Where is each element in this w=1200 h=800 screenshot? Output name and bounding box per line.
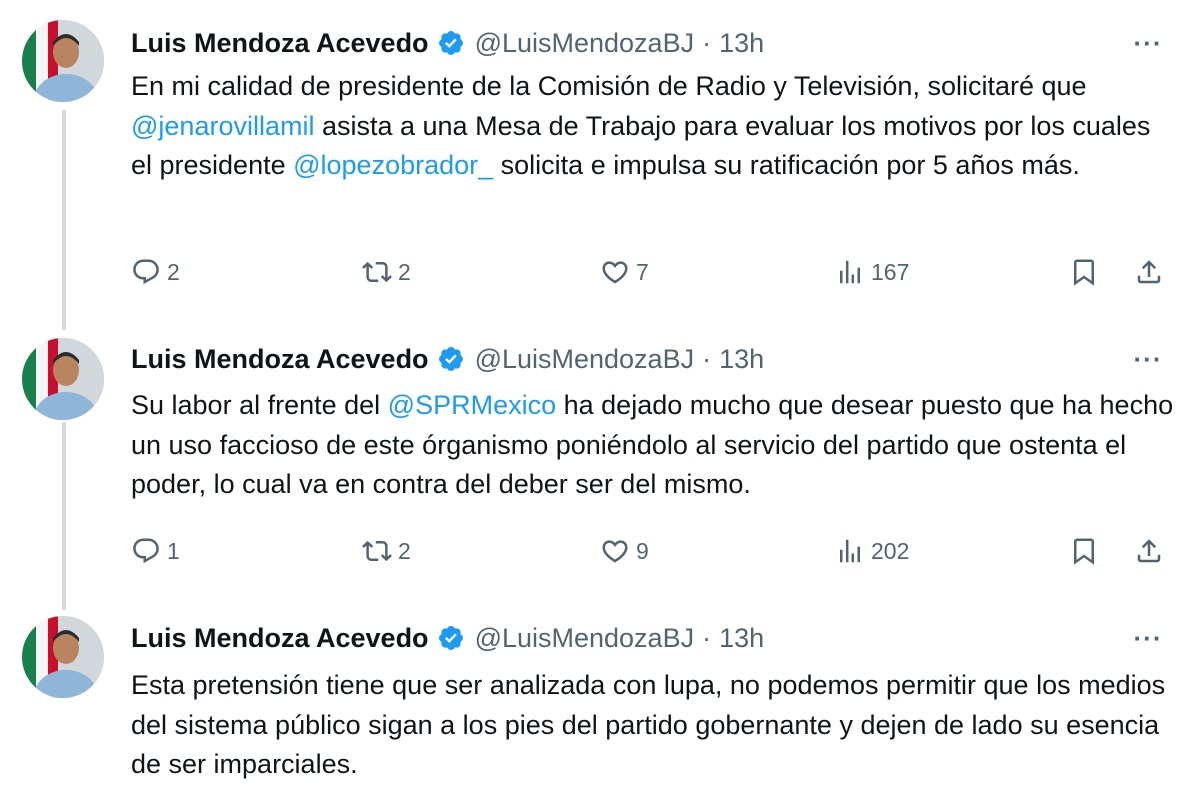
- share-icon: [1137, 260, 1161, 284]
- timestamp[interactable]: 13h: [719, 623, 764, 654]
- author-name[interactable]: Luis Mendoza Acevedo: [131, 344, 429, 375]
- tweet-text: Su labor al frente del @SPRMexico ha dej…: [131, 386, 1176, 505]
- verified-badge-icon: [437, 624, 465, 652]
- tweet-actions: 1 2 9 202: [131, 531, 1176, 571]
- separator: ·: [702, 343, 712, 374]
- timestamp[interactable]: 13h: [719, 344, 764, 375]
- avatar[interactable]: [22, 20, 104, 102]
- share-button[interactable]: [1134, 531, 1164, 571]
- like-icon: [602, 261, 628, 284]
- tweet-1[interactable]: Luis Mendoza Acevedo @LuisMendozaBJ · 13…: [0, 0, 1200, 330]
- mention-link[interactable]: @jenarovillamil: [131, 111, 314, 141]
- more-icon[interactable]: ···: [1128, 28, 1168, 58]
- retweet-button[interactable]: 2: [362, 531, 411, 571]
- reply-button[interactable]: 2: [131, 252, 180, 292]
- tweet-header: Luis Mendoza Acevedo @LuisMendozaBJ · 13…: [131, 621, 764, 655]
- tweet-2[interactable]: Luis Mendoza Acevedo @LuisMendozaBJ · 13…: [0, 330, 1200, 610]
- separator: ·: [702, 622, 712, 653]
- retweet-button[interactable]: 2: [362, 252, 411, 292]
- tweet-text: En mi calidad de presidente de la Comisi…: [131, 67, 1176, 186]
- tweet-3[interactable]: Luis Mendoza Acevedo @LuisMendozaBJ · 13…: [0, 610, 1200, 800]
- author-handle[interactable]: @LuisMendozaBJ: [475, 344, 695, 375]
- views-count: 167: [871, 258, 910, 285]
- author-handle[interactable]: @LuisMendozaBJ: [475, 28, 695, 59]
- retweet-count: 2: [398, 258, 411, 285]
- tweet-actions: 2 2 7 167: [131, 252, 1176, 292]
- views-button[interactable]: 202: [835, 531, 909, 571]
- verified-badge-icon: [437, 345, 465, 373]
- author-name[interactable]: Luis Mendoza Acevedo: [131, 623, 429, 654]
- thread-line: [62, 422, 66, 610]
- separator: ·: [702, 27, 712, 58]
- text-segment: Esta pretensión tiene que ser analizada …: [131, 670, 1166, 779]
- reply-button[interactable]: 1: [131, 531, 180, 571]
- retweet-icon: [362, 261, 392, 283]
- views-icon: [840, 539, 860, 563]
- reply-icon: [133, 259, 159, 285]
- more-icon[interactable]: ···: [1128, 623, 1168, 653]
- bookmark-icon: [1074, 259, 1094, 286]
- more-icon[interactable]: ···: [1128, 344, 1168, 374]
- like-button[interactable]: 9: [600, 531, 649, 571]
- reply-count: 2: [167, 258, 180, 285]
- text-segment: solicita e impulsa su ratificación por 5…: [493, 150, 1080, 180]
- verified-badge-icon: [437, 29, 465, 57]
- avatar-image: [22, 338, 104, 420]
- avatar-image: [22, 20, 104, 102]
- like-button[interactable]: 7: [600, 252, 649, 292]
- bookmark-icon: [1074, 538, 1094, 565]
- avatar-image: [22, 616, 104, 698]
- author-name[interactable]: Luis Mendoza Acevedo: [131, 28, 429, 59]
- views-icon: [840, 260, 860, 284]
- like-count: 7: [636, 258, 649, 285]
- mention-link[interactable]: @lopezobrador_: [293, 150, 493, 180]
- share-icon: [1137, 539, 1161, 563]
- tweet-header: Luis Mendoza Acevedo @LuisMendozaBJ · 13…: [131, 342, 764, 376]
- avatar[interactable]: [22, 338, 104, 420]
- thread-line: [62, 110, 66, 330]
- bookmark-button[interactable]: [1069, 252, 1099, 292]
- author-handle[interactable]: @LuisMendozaBJ: [475, 623, 695, 654]
- retweet-icon: [362, 540, 392, 562]
- share-button[interactable]: [1134, 252, 1164, 292]
- tweet-text: Esta pretensión tiene que ser analizada …: [131, 666, 1176, 785]
- tweet-header: Luis Mendoza Acevedo @LuisMendozaBJ · 13…: [131, 26, 764, 60]
- text-segment: En mi calidad de presidente de la Comisi…: [131, 71, 1087, 101]
- avatar[interactable]: [22, 616, 104, 698]
- reply-count: 1: [167, 537, 180, 564]
- mention-link[interactable]: @SPRMexico: [388, 390, 556, 420]
- retweet-count: 2: [398, 537, 411, 564]
- bookmark-button[interactable]: [1069, 531, 1099, 571]
- timestamp[interactable]: 13h: [719, 28, 764, 59]
- views-count: 202: [871, 537, 910, 564]
- text-segment: Su labor al frente del: [131, 390, 388, 420]
- like-count: 9: [636, 537, 649, 564]
- views-button[interactable]: 167: [835, 252, 909, 292]
- like-icon: [602, 540, 628, 563]
- reply-icon: [133, 538, 159, 564]
